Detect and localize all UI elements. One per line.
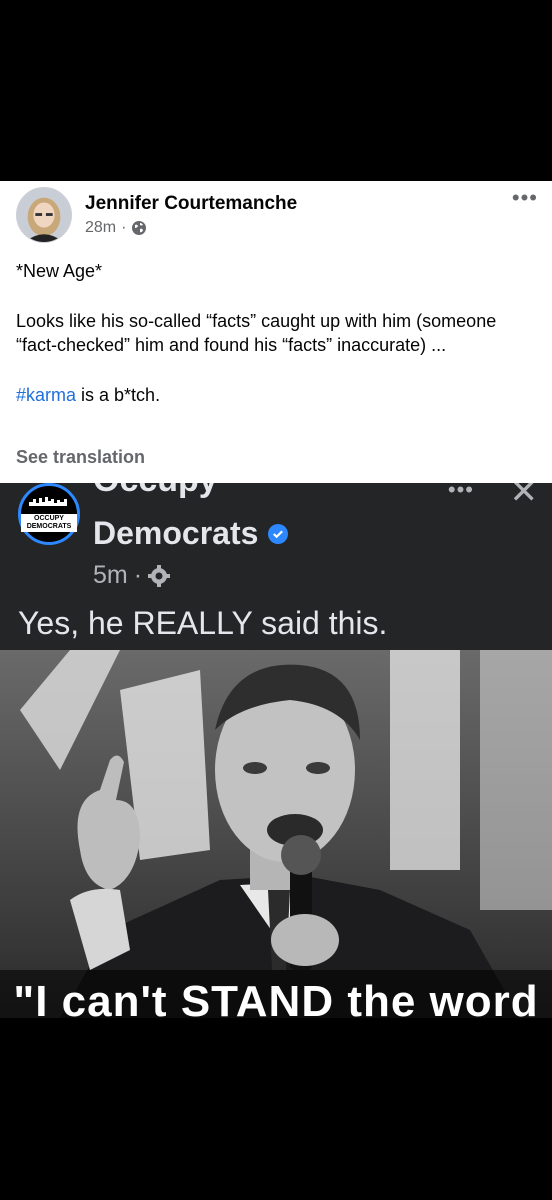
shared-page-name: Democrats <box>93 515 289 552</box>
shared-page-name-text: Democrats <box>93 515 259 551</box>
speaker-photo <box>0 650 552 1018</box>
post-meta: 28m · <box>85 219 147 237</box>
more-horizontal-icon[interactable]: ••• <box>512 187 538 209</box>
verified-badge-icon <box>268 523 289 544</box>
globe-icon[interactable] <box>131 220 147 236</box>
shared-page-name-top: Occupy <box>93 483 218 500</box>
shared-post-meta: 5m · <box>93 561 171 590</box>
logo-text: OCCUPY DEMOCRATS <box>21 514 77 532</box>
post-text-line1: *New Age* <box>16 261 103 281</box>
shared-post-text: Yes, he REALLY said this. <box>18 605 388 641</box>
post-text-line2: Looks like his so-called “facts” caught … <box>16 311 497 355</box>
post-text-line3: #karma is a b*tch. <box>16 383 536 407</box>
post-time[interactable]: 28m <box>85 219 116 237</box>
post-body: *New Age* Looks like his so-called “fact… <box>16 259 536 407</box>
meme-caption: "I can't STAND the word <box>13 977 539 1019</box>
post-text-after-hashtag: is a b*tch. <box>76 385 161 405</box>
occupy-democrats-logo: OCCUPY DEMOCRATS <box>18 483 80 545</box>
skyline-icon <box>29 497 67 506</box>
meta-separator: · <box>121 219 127 236</box>
author-name[interactable]: Jennifer Courtemanche <box>85 193 297 215</box>
see-translation-link[interactable]: See translation <box>16 447 145 468</box>
shared-post-time: 5m <box>93 561 128 589</box>
author-avatar[interactable] <box>16 187 72 243</box>
facebook-post: Jennifer Courtemanche 28m · ••• *New Age… <box>0 181 552 483</box>
shared-meta-separator: · <box>133 561 143 589</box>
gear-icon <box>148 564 171 587</box>
shared-more-horizontal-icon: ••• <box>447 483 474 502</box>
hashtag-link[interactable]: #karma <box>16 385 76 405</box>
shared-post-screenshot: OCCUPY DEMOCRATS Occupy Democrats 5m · •… <box>0 483 552 650</box>
avatar-image <box>17 188 71 242</box>
meme-image: "I can't STAND the word <box>0 650 552 1018</box>
shared-close-icon: ✕ <box>509 483 539 511</box>
